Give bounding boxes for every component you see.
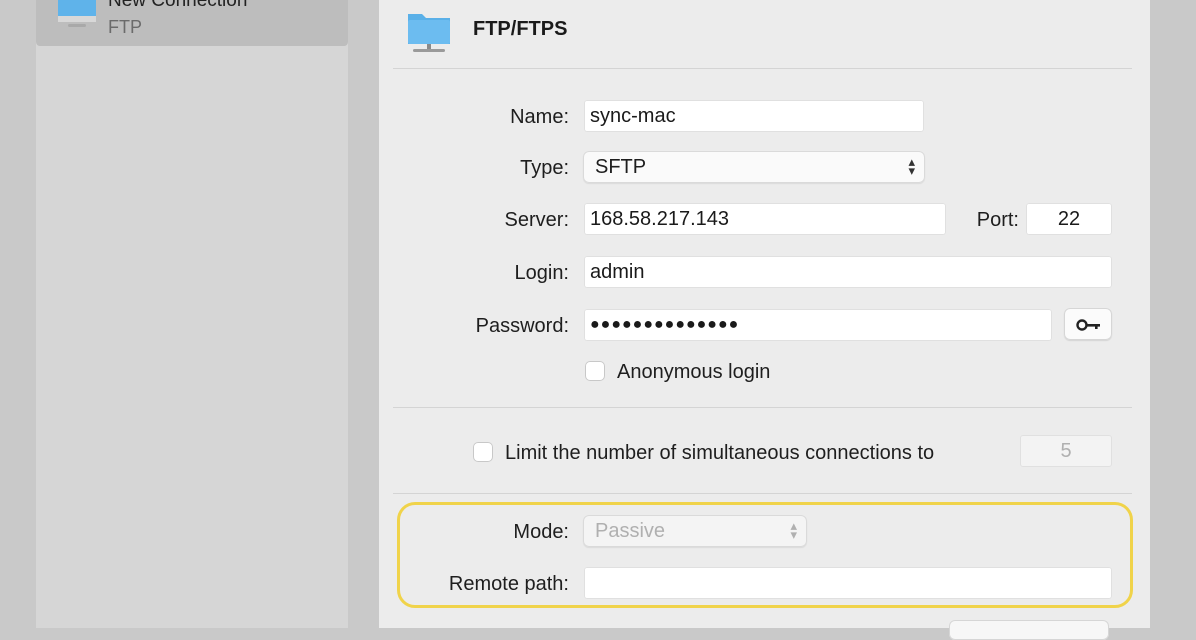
- limit-connections-label: Limit the number of simultaneous connect…: [505, 442, 935, 464]
- divider: [393, 493, 1132, 494]
- mode-label: Mode:: [513, 521, 569, 543]
- monitor-icon: [56, 0, 98, 41]
- sidebar-item-title: New Connection: [108, 0, 248, 11]
- name-field[interactable]: sync-mac: [584, 100, 924, 132]
- sidebar: New Connection FTP: [36, 0, 348, 628]
- folder-network-icon: [405, 6, 453, 59]
- anonymous-login-checkbox[interactable]: [585, 361, 605, 381]
- login-field[interactable]: admin: [584, 256, 1112, 288]
- page-title: FTP/FTPS: [473, 18, 568, 40]
- port-label: Port:: [976, 209, 1019, 231]
- chevron-updown-icon: ▴ ▾: [790, 518, 797, 542]
- divider: [393, 407, 1132, 408]
- divider: [393, 68, 1132, 69]
- anonymous-login-label: Anonymous login: [617, 361, 771, 383]
- connection-settings-panel: FTP/FTPS Name: sync-mac Type: SFTP ▴ ▾ Se…: [379, 0, 1150, 640]
- password-field[interactable]: ●●●●●●●●●●●●●●: [584, 309, 1052, 341]
- chevron-updown-icon: ▴ ▾: [908, 154, 915, 178]
- login-label: Login:: [514, 262, 570, 284]
- limit-connections-checkbox[interactable]: [473, 442, 493, 462]
- name-label: Name:: [510, 106, 569, 128]
- bottom-button[interactable]: [949, 620, 1109, 640]
- sidebar-item-subtitle: FTP: [108, 17, 142, 37]
- limit-connections-field[interactable]: 5: [1020, 435, 1112, 467]
- mode-select-value: Passive: [595, 520, 666, 542]
- type-select-value: SFTP: [595, 156, 647, 178]
- mode-select[interactable]: Passive ▴ ▾: [583, 515, 807, 547]
- password-label: Password:: [475, 315, 569, 337]
- key-icon: [1076, 318, 1102, 336]
- type-select[interactable]: SFTP ▴ ▾: [583, 151, 925, 183]
- type-label: Type:: [520, 157, 569, 179]
- sidebar-item-new-connection[interactable]: New Connection FTP: [36, 0, 348, 46]
- port-field[interactable]: 22: [1026, 203, 1112, 235]
- server-label: Server:: [504, 209, 569, 231]
- remote-path-label: Remote path:: [448, 573, 569, 595]
- key-button[interactable]: [1064, 308, 1112, 340]
- remote-path-field[interactable]: [584, 567, 1112, 599]
